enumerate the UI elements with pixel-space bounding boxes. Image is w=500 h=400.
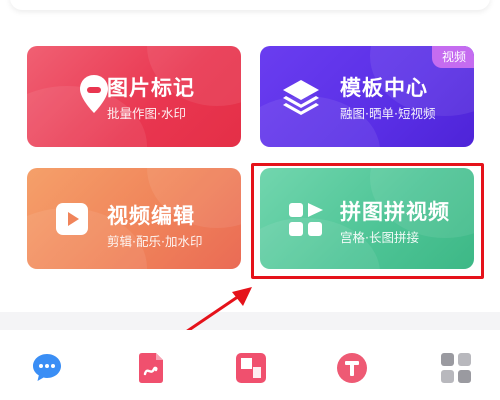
video-edit-card[interactable]: 视频编辑 剪辑·配乐·加水印 [27,168,241,269]
panel-top-edge [10,0,490,10]
layers-icon [283,80,319,115]
template-center-card[interactable]: 视频 模板中心 融图·晒单·短视频 [260,46,474,147]
annotation-highlight-box [251,163,484,279]
template-center-subtitle: 融图·晒单·短视频 [340,106,436,121]
photo-mark-card[interactable]: 图片标记 批量作图·水印 [27,46,241,147]
location-pin-icon [80,75,108,113]
video-edit-title: 视频编辑 [107,204,195,228]
video-badge: 视频 [431,46,474,68]
collage-squares-icon[interactable] [235,352,267,384]
photo-mark-title: 图片标记 [107,76,195,100]
photo-mark-subtitle: 批量作图·水印 [107,106,186,121]
video-edit-subtitle: 剪辑·配乐·加水印 [107,234,203,249]
t-text-icon[interactable] [336,352,368,384]
chat-bubble-icon[interactable] [31,352,63,384]
apps-grid-icon[interactable] [440,352,472,384]
template-center-title: 模板中心 [340,76,428,100]
bottom-nav-bar [0,330,500,400]
play-icon [56,203,88,235]
document-swirl-icon[interactable] [135,352,167,384]
